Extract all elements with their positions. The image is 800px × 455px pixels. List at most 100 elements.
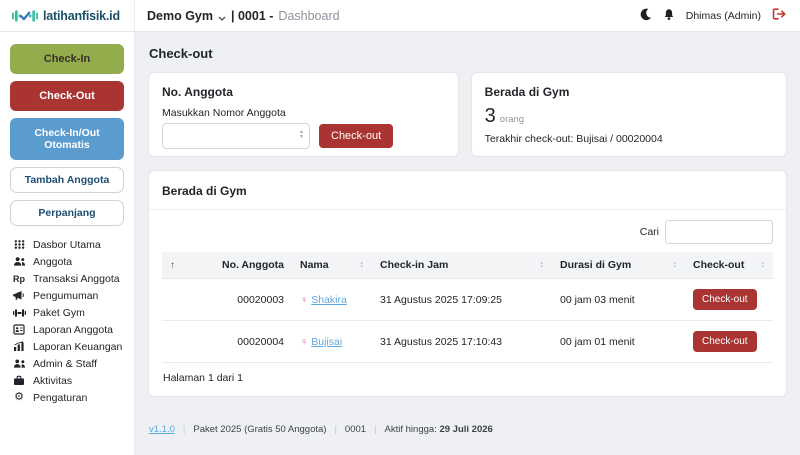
add-member-button[interactable]: Tambah Anggota — [10, 167, 124, 193]
member-link[interactable]: Bujisai — [311, 336, 342, 348]
member-number-input[interactable] — [162, 123, 310, 149]
footer: v1.1.0 | Paket 2025 (Gratis 50 Anggota) … — [148, 424, 787, 435]
table-row: 00020004 ♀Bujisai 31 Agustus 2025 17:10:… — [162, 321, 773, 363]
gym-code: | 0001 - — [231, 9, 273, 23]
sidebar-item-anggota[interactable]: Anggota — [10, 253, 124, 270]
sidebar-item-transaksi-anggota[interactable]: Rp Transaksi Anggota — [10, 270, 124, 287]
logout-icon — [772, 8, 786, 23]
column-durasi[interactable]: Durasi di Gym▲▼ — [552, 252, 685, 279]
member-link[interactable]: Shakira — [311, 294, 347, 306]
column-sort-indicator[interactable]: ↑ — [162, 252, 210, 279]
extend-button[interactable]: Perpanjang — [10, 200, 124, 226]
chevron-down-icon[interactable] — [218, 10, 226, 24]
duration-cell: 00 jam 01 menit — [552, 321, 685, 363]
sidebar-item-label: Pengaturan — [33, 392, 87, 404]
dumbbell-icon — [12, 308, 26, 318]
in-gym-table: ↑ No. Anggota Nama▲▼ Check-in Jam▲▼ Dura… — [162, 252, 773, 363]
sidebar-item-label: Dasbor Utama — [33, 239, 101, 251]
table-header-row: ↑ No. Anggota Nama▲▼ Check-in Jam▲▼ Dura… — [162, 252, 773, 279]
checkin-time-cell: 31 Agustus 2025 17:09:25 — [372, 279, 552, 321]
members-icon — [12, 256, 26, 267]
breadcrumb: Demo Gym | 0001 - Dashboard — [135, 0, 639, 31]
main-content: Check-out No. Anggota Masukkan Nomor Ang… — [135, 32, 800, 455]
checkout-button[interactable]: Check-Out — [10, 81, 124, 111]
member-report-icon — [12, 324, 26, 335]
checkin-button[interactable]: Check-In — [10, 44, 124, 74]
app-window: latihanfisik.id Demo Gym | 0001 - Dashbo… — [0, 0, 800, 455]
table-card-title: Berada di Gym — [162, 184, 247, 198]
sort-icon: ▲▼ — [540, 261, 544, 270]
moon-icon — [639, 8, 652, 24]
sidebar-item-laporan-keuangan[interactable]: Laporan Keuangan — [10, 338, 124, 355]
checkout-card-title: No. Anggota — [162, 85, 445, 99]
search-label: Cari — [640, 226, 659, 238]
search-input[interactable] — [665, 220, 773, 244]
people-count-unit: orang — [500, 114, 524, 125]
plan-info: Paket 2025 (Gratis 50 Anggota) — [193, 424, 326, 435]
sidebar-item-pengumuman[interactable]: Pengumuman — [10, 287, 124, 304]
sidebar-item-label: Transaksi Anggota — [33, 273, 120, 285]
sidebar-item-pengaturan[interactable]: ⚙ Pengaturan — [10, 389, 124, 406]
logout-button[interactable] — [772, 8, 786, 23]
sidebar-item-aktivitas[interactable]: Aktivitas — [10, 372, 124, 389]
pagination-info: Halaman 1 dari 1 — [162, 363, 773, 386]
female-icon: ♀ — [300, 294, 308, 306]
sidebar-menu: Dasbor Utama Anggota Rp Transaksi Anggot… — [10, 236, 124, 406]
page-name: Dashboard — [278, 9, 339, 23]
notifications-button[interactable] — [663, 8, 675, 24]
member-name-cell: ♀Shakira — [292, 279, 372, 321]
row-checkout-button[interactable]: Check-out — [693, 331, 757, 352]
sort-asc-icon: ↑ — [170, 260, 175, 271]
sidebar-item-label: Admin & Staff — [33, 358, 97, 370]
sidebar-item-label: Laporan Anggota — [33, 324, 113, 336]
female-icon: ♀ — [300, 336, 308, 348]
sort-icon: ▲▼ — [673, 261, 677, 270]
gym-name[interactable]: Demo Gym — [147, 9, 213, 23]
checkout-submit-button[interactable]: Check-out — [319, 124, 393, 148]
sidebar-item-laporan-anggota[interactable]: Laporan Anggota — [10, 321, 124, 338]
briefcase-icon — [12, 375, 26, 386]
active-until: Aktif hingga: 29 Juli 2026 — [385, 424, 493, 435]
sidebar-item-dasbor-utama[interactable]: Dasbor Utama — [10, 236, 124, 253]
row-checkout-button[interactable]: Check-out — [693, 289, 757, 310]
sidebar-item-label: Laporan Keuangan — [33, 341, 122, 353]
table-row: 00020003 ♀Shakira 31 Agustus 2025 17:09:… — [162, 279, 773, 321]
sidebar: Check-In Check-Out Check-In/Out Otomatis… — [0, 32, 135, 455]
column-checkout[interactable]: Check-out▲▼ — [685, 252, 773, 279]
brand-logo[interactable]: latihanfisik.id — [0, 0, 135, 31]
active-date: 29 Juli 2026 — [439, 424, 492, 435]
sidebar-item-label: Pengumuman — [33, 290, 98, 302]
gym-status-card: Berada di Gym 3 orang Terakhir check-out… — [471, 72, 787, 157]
member-number-cell: 00020003 — [210, 279, 292, 321]
sidebar-item-paket-gym[interactable]: Paket Gym — [10, 304, 124, 321]
last-checkout-text: Terakhir check-out: Bujisai / 00020004 — [485, 133, 773, 145]
dumbbell-check-icon — [12, 8, 38, 24]
dark-mode-toggle[interactable] — [639, 8, 652, 24]
sidebar-item-admin-staff[interactable]: Admin & Staff — [10, 355, 124, 372]
brand-name: latihanfisik.id — [43, 9, 120, 23]
column-checkin-jam[interactable]: Check-in Jam▲▼ — [372, 252, 552, 279]
admin-staff-icon — [12, 358, 26, 369]
gym-code-footer: 0001 — [345, 424, 366, 435]
column-nama[interactable]: Nama▲▼ — [292, 252, 372, 279]
member-number-cell: 00020004 — [210, 321, 292, 363]
auto-checkinout-button[interactable]: Check-In/Out Otomatis — [10, 118, 124, 160]
duration-cell: 00 jam 03 menit — [552, 279, 685, 321]
sort-icon: ▲▼ — [360, 261, 364, 270]
checkout-form-card: No. Anggota Masukkan Nomor Anggota ▲▼ Ch… — [148, 72, 459, 157]
gears-icon: ⚙ — [12, 392, 26, 403]
rupiah-icon: Rp — [12, 274, 26, 284]
grid-icon — [12, 239, 26, 250]
version-link[interactable]: v1.1.0 — [149, 424, 175, 435]
top-header: latihanfisik.id Demo Gym | 0001 - Dashbo… — [0, 0, 800, 32]
status-card-title: Berada di Gym — [485, 85, 773, 99]
finance-chart-icon — [12, 341, 26, 352]
sidebar-item-label: Aktivitas — [33, 375, 72, 387]
member-number-label: Masukkan Nomor Anggota — [162, 107, 445, 119]
user-menu[interactable]: Dhimas (Admin) — [686, 10, 761, 22]
column-no-anggota[interactable]: No. Anggota — [210, 252, 292, 279]
bell-icon — [663, 8, 675, 24]
sidebar-item-label: Paket Gym — [33, 307, 85, 319]
page-title: Check-out — [149, 46, 787, 61]
megaphone-icon — [12, 290, 26, 301]
